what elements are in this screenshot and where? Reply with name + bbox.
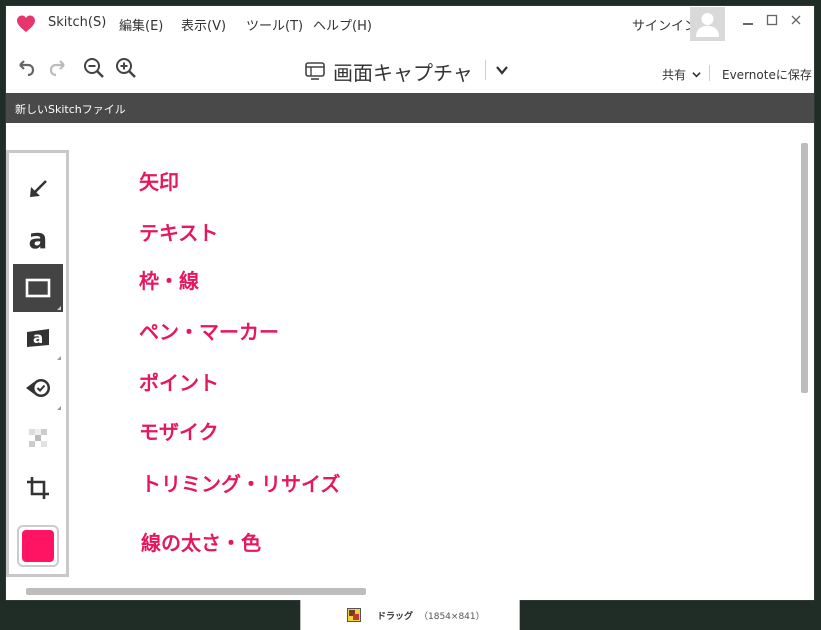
arrow-icon bbox=[30, 180, 47, 197]
highlighter-icon: a bbox=[27, 329, 49, 347]
stamp-tool[interactable] bbox=[13, 364, 63, 412]
signin-link[interactable]: サインイン bbox=[632, 15, 697, 34]
divider bbox=[709, 65, 710, 81]
document-tab[interactable]: 新しいSkitchファイル bbox=[15, 101, 126, 117]
zoom-out-icon[interactable] bbox=[82, 56, 106, 80]
menu-tools[interactable]: ツール(T) bbox=[246, 15, 303, 34]
maximize-button[interactable] bbox=[762, 14, 782, 30]
color-picker[interactable] bbox=[17, 525, 59, 567]
undo-icon[interactable] bbox=[14, 56, 38, 80]
user-icon bbox=[696, 13, 719, 37]
minimize-button[interactable] bbox=[738, 14, 758, 30]
capture-mode-title[interactable]: 画面キャプチャ bbox=[333, 57, 473, 86]
text-icon: a bbox=[28, 222, 48, 255]
minimize-icon bbox=[743, 23, 753, 25]
arrow-tool[interactable] bbox=[13, 165, 63, 213]
submenu-indicator bbox=[57, 406, 61, 410]
menu-skitch[interactable]: Skitch(S) bbox=[48, 15, 106, 30]
zoom-in-icon[interactable] bbox=[114, 56, 138, 80]
redo-icon[interactable] bbox=[46, 56, 70, 80]
annotation-pen-marker: ペン・マーカー bbox=[139, 320, 279, 344]
save-to-evernote-button[interactable]: Evernoteに保存 bbox=[722, 66, 812, 83]
annotation-point: ポイント bbox=[139, 371, 219, 395]
pixelate-icon bbox=[29, 429, 47, 447]
crop-tool[interactable] bbox=[13, 464, 63, 512]
crop-icon bbox=[27, 477, 49, 499]
toolbar: 画面キャプチャ 共有 Evernoteに保存 bbox=[6, 43, 814, 93]
vertical-scrollbar[interactable] bbox=[801, 143, 808, 393]
close-button[interactable] bbox=[786, 14, 806, 30]
chevron-down-icon bbox=[692, 72, 701, 78]
drag-label: ドラッグ bbox=[377, 612, 414, 622]
annotation-text: テキスト bbox=[139, 221, 219, 245]
menu-help[interactable]: ヘルプ(H) bbox=[313, 15, 372, 34]
skitch-heart-icon[interactable] bbox=[16, 14, 36, 34]
selected-color-swatch bbox=[22, 530, 54, 562]
annotation-arrow: 矢印 bbox=[139, 170, 179, 194]
stamp-icon bbox=[26, 379, 50, 397]
pixelate-tool[interactable] bbox=[13, 414, 63, 462]
chevron-down-icon[interactable] bbox=[494, 62, 510, 78]
divider bbox=[485, 60, 486, 80]
close-icon bbox=[791, 15, 801, 25]
image-size: （1854×841） bbox=[419, 612, 485, 622]
annotation-crop-resize: トリミング・リサイズ bbox=[141, 472, 341, 496]
document-tab-bar: 新しいSkitchファイル bbox=[6, 93, 814, 123]
submenu-indicator bbox=[57, 306, 61, 310]
menu-edit[interactable]: 編集(E) bbox=[119, 15, 163, 34]
status-tab: ドラッグ （1854×841） bbox=[300, 600, 520, 630]
svg-text:a: a bbox=[33, 329, 43, 347]
annotation-mosaic: モザイク bbox=[139, 420, 219, 444]
rectangle-tool[interactable] bbox=[13, 264, 63, 312]
highlighter-tool[interactable]: a bbox=[13, 314, 63, 362]
skitch-window: Skitch(S) 編集(E) 表示(V) ツール(T) ヘルプ(H) サインイ… bbox=[5, 5, 815, 601]
text-tool[interactable]: a bbox=[13, 215, 63, 263]
annotation-rectangle: 枠・線 bbox=[139, 269, 199, 293]
horizontal-scrollbar[interactable] bbox=[26, 588, 366, 595]
avatar[interactable] bbox=[690, 7, 725, 41]
drag-image-icon[interactable] bbox=[347, 608, 361, 622]
share-label: 共有 bbox=[662, 68, 687, 82]
screen-capture-icon bbox=[305, 62, 325, 80]
menu-bar: Skitch(S) 編集(E) 表示(V) ツール(T) ヘルプ(H) サインイ… bbox=[6, 6, 814, 43]
menu-view[interactable]: 表示(V) bbox=[181, 15, 226, 34]
tool-palette: a a bbox=[6, 150, 69, 577]
maximize-icon bbox=[766, 14, 778, 26]
share-button[interactable]: 共有 bbox=[662, 66, 701, 83]
annotation-line-color: 線の太さ・色 bbox=[141, 531, 261, 555]
rectangle-icon bbox=[25, 278, 51, 298]
submenu-indicator bbox=[57, 356, 61, 360]
